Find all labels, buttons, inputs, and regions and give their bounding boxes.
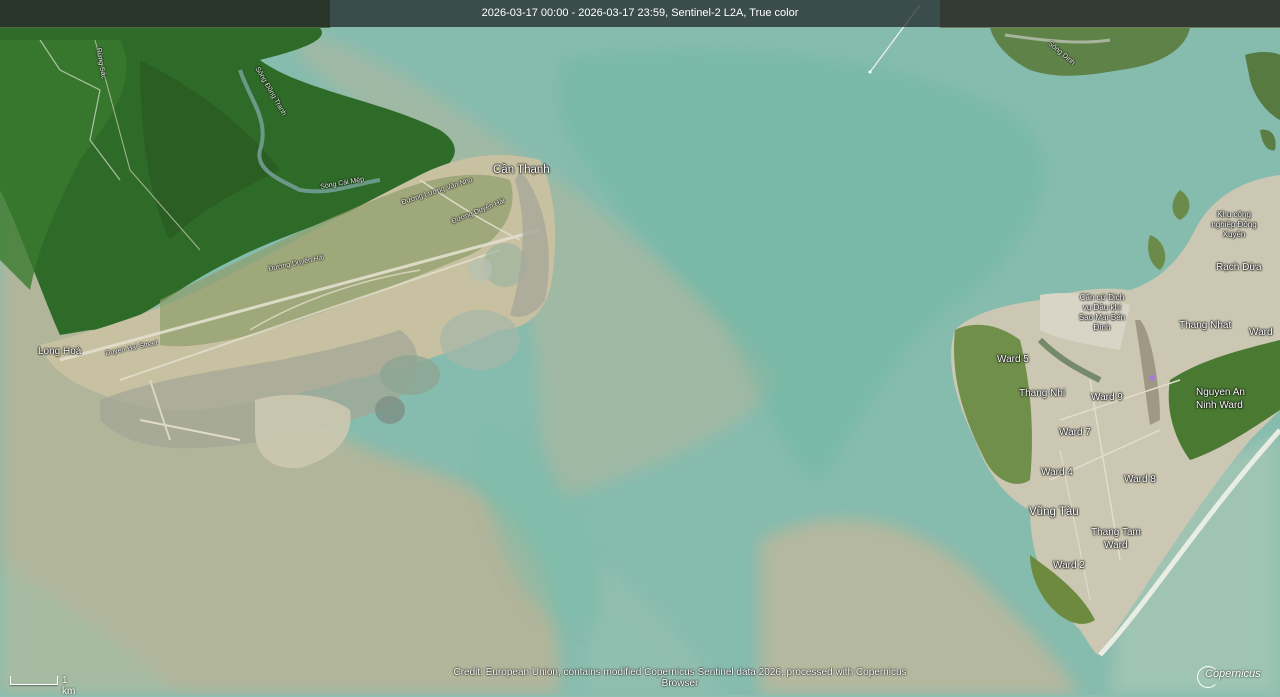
attribution-line-2: Browser	[661, 678, 699, 689]
label-thang-tam-ward: Ward	[1104, 540, 1128, 551]
label-thang-nhat: Thang Nhat	[1179, 320, 1232, 331]
label-rach-dua: Rạch Dừa	[1216, 262, 1262, 273]
label-ward-7: Ward 7	[1059, 427, 1091, 438]
copernicus-logo[interactable]: Copernicus	[1197, 666, 1267, 688]
satellite-map[interactable]	[0, 0, 1280, 695]
location-marker	[1149, 375, 1155, 381]
label-vung-tau: Vũng Tàu	[1029, 506, 1079, 518]
label-thang-tam: Thang Tam	[1091, 527, 1141, 538]
label-nguyen-an: Nguyen An	[1196, 387, 1245, 398]
label-khu-cong-nghiep: Khu công nghiệp Đông Xuyên	[1211, 210, 1257, 239]
attribution-line-1: Credit: European Union, contains modifie…	[453, 667, 907, 678]
label-ninh-ward: Ninh Ward	[1196, 400, 1243, 411]
label-can-cu: Căn cứ Dịch vụ Dầu khí Sao Mai-Bến Đình	[1078, 293, 1126, 332]
attribution: Credit: European Union, contains modifie…	[420, 667, 940, 689]
date-layer-header: 2026-03-17 00:00 - 2026-03-17 23:59, Sen…	[0, 0, 1280, 27]
label-ward-2: Ward 2	[1053, 560, 1085, 571]
pier-end	[868, 70, 872, 74]
copernicus-logo-text: Copernicus	[1205, 668, 1261, 680]
label-can-thanh: Cần Thạnh	[493, 164, 550, 176]
scale-bar-label: 1 km	[62, 675, 76, 697]
label-ward: Ward	[1249, 327, 1273, 338]
label-long-hoa: Long Hoà	[38, 346, 82, 357]
label-ward-8: Ward 8	[1124, 474, 1156, 485]
label-thang-nhi: Thang Nhi	[1019, 388, 1066, 399]
label-ward-5: Ward 5	[997, 354, 1029, 365]
scale-bar-line	[10, 676, 58, 685]
label-ward-4: Ward 4	[1041, 467, 1073, 478]
label-ward-9: Ward 9	[1091, 392, 1123, 403]
